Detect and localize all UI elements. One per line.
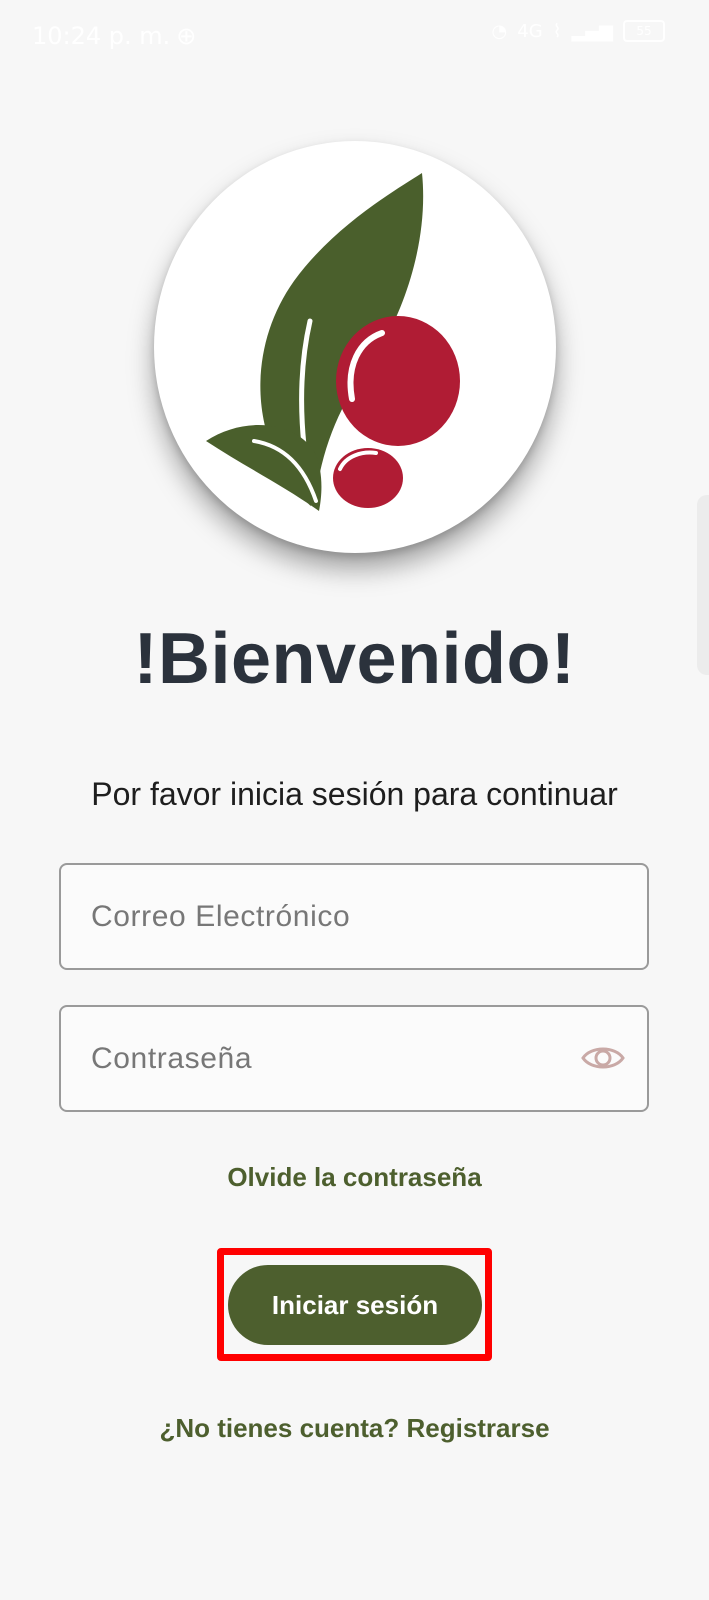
email-input[interactable] <box>91 865 561 968</box>
small-berry-shape <box>333 448 403 508</box>
register-link[interactable]: ¿No tienes cuenta? Registrarse <box>159 1413 549 1443</box>
notification-icon: ⊕ <box>176 22 197 50</box>
status-icons: ◔ 4G ⌇ ▂▄▆ 55 <box>492 20 665 42</box>
eye-icon[interactable] <box>581 1040 625 1076</box>
email-field[interactable] <box>59 863 649 970</box>
app-logo <box>154 141 556 553</box>
status-bar: 10:24 p. m. ⊕ ◔ 4G ⌇ ▂▄▆ 55 <box>0 0 709 72</box>
wifi-icon: ⌇ <box>552 20 562 42</box>
password-field[interactable] <box>59 1005 649 1112</box>
forgot-password-row: Olvide la contraseña <box>0 1162 709 1193</box>
alarm-icon: ◔ <box>491 20 508 42</box>
page-title: !Bienvenido! <box>133 619 576 699</box>
forgot-password-link[interactable]: Olvide la contraseña <box>227 1162 481 1192</box>
coffee-leaf-berry-logo-icon <box>206 173 460 512</box>
network-type: 4G <box>517 20 543 42</box>
battery-level: 55 <box>636 24 652 38</box>
status-time: 10:24 p. m. <box>32 22 171 50</box>
signal-icon: ▂▄▆ <box>571 20 613 42</box>
large-berry-shape <box>336 316 460 446</box>
password-input[interactable] <box>91 1007 561 1110</box>
register-row: ¿No tienes cuenta? Registrarse <box>0 1413 709 1444</box>
login-subtitle: Por favor inicia sesión para continuar <box>91 776 618 812</box>
login-button[interactable]: Iniciar sesión <box>228 1265 482 1345</box>
status-time-group: 10:24 p. m. ⊕ <box>32 22 196 50</box>
battery-icon: 55 <box>623 20 665 42</box>
